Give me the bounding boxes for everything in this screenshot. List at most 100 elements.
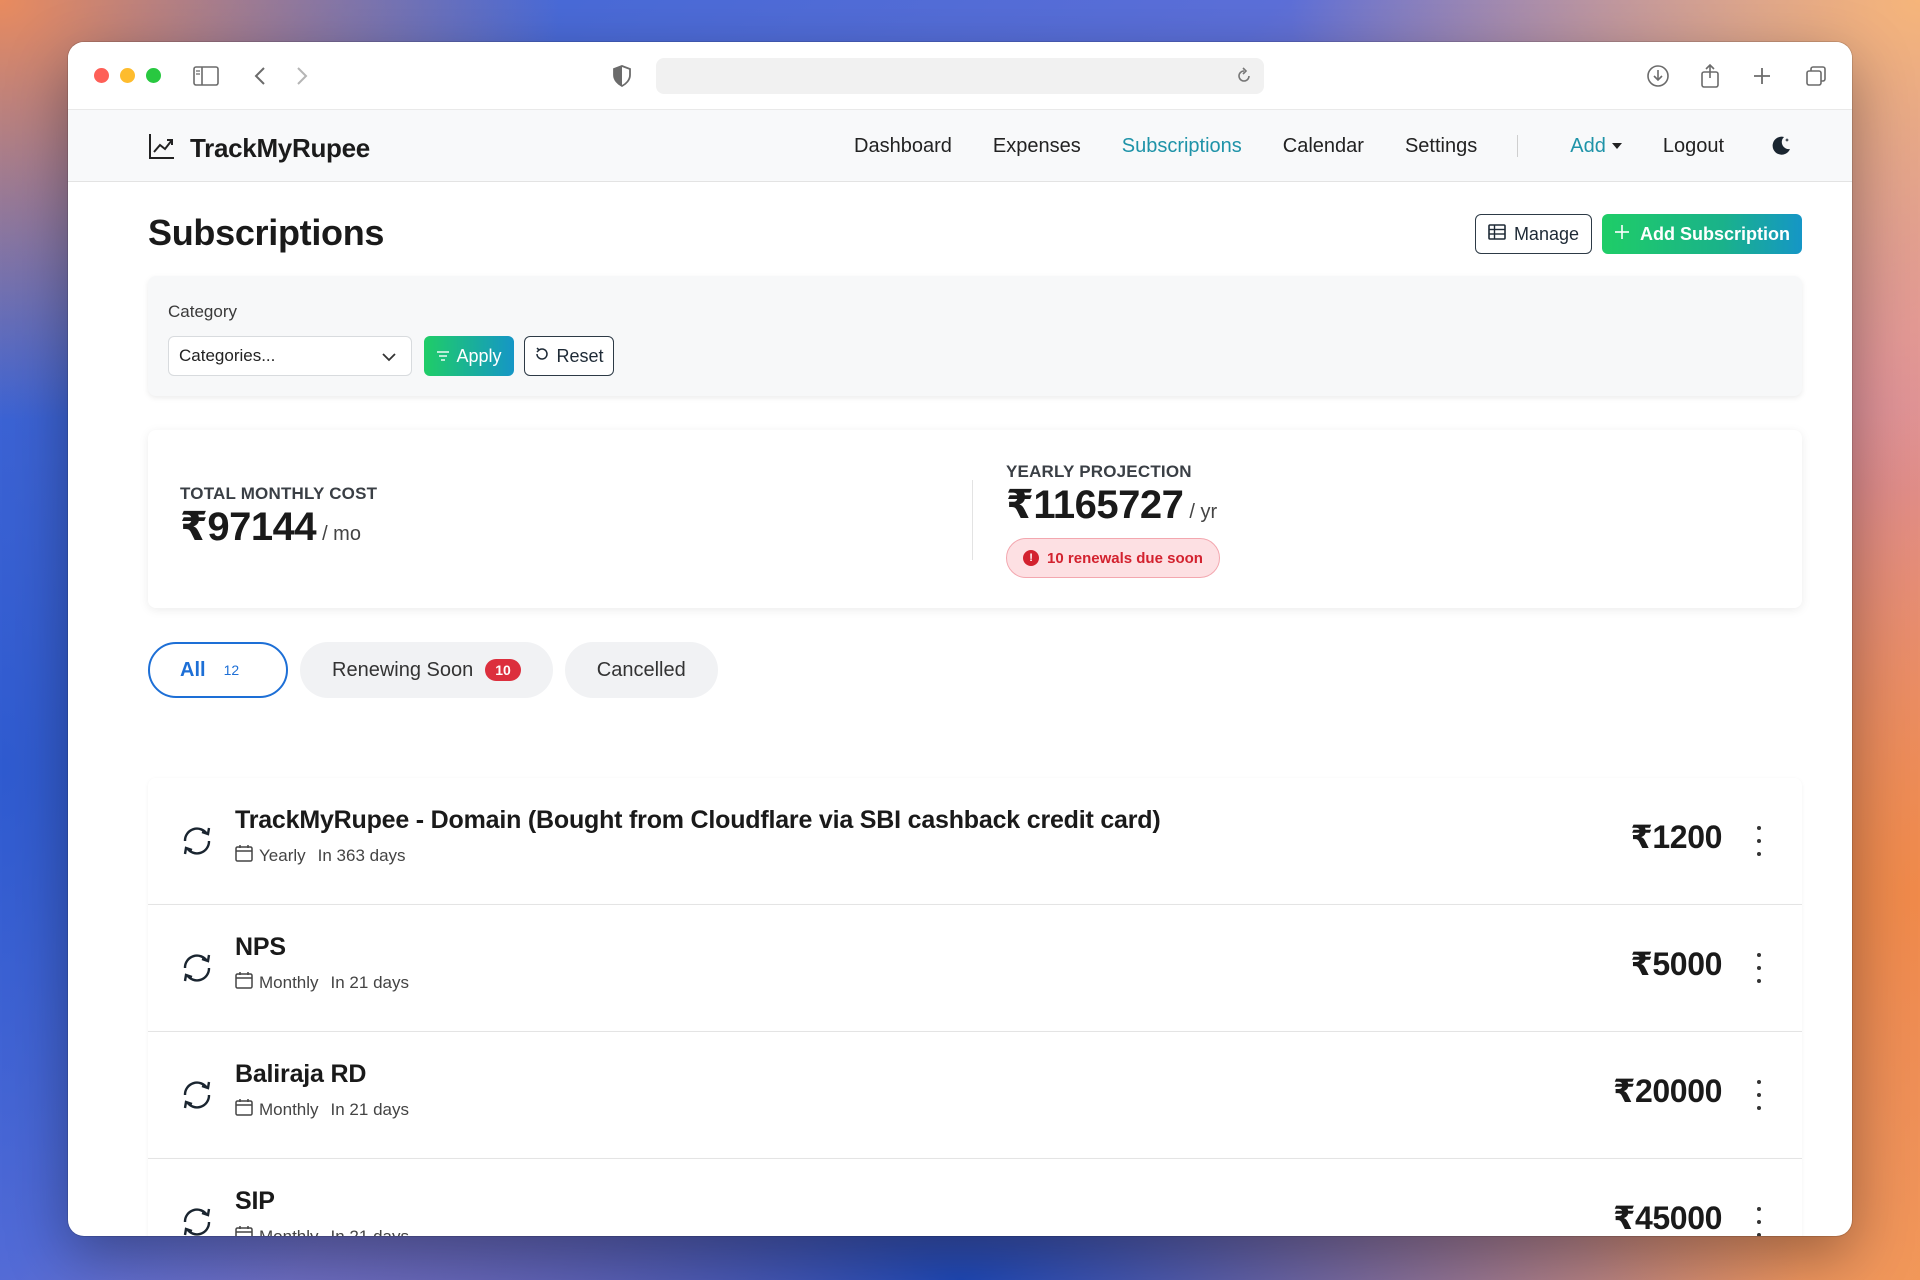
sidebar-toggle-icon[interactable] xyxy=(192,62,220,90)
monthly-cost-value: ₹97144 xyxy=(180,505,317,549)
page-title: Subscriptions xyxy=(148,212,385,253)
tab-all-count: 12 xyxy=(223,662,240,678)
subscription-meta: Yearly In 363 days xyxy=(235,844,406,867)
subscription-meta: Monthly In 21 days xyxy=(235,1098,409,1121)
privacy-shield-icon[interactable] xyxy=(608,62,636,90)
nav-calendar[interactable]: Calendar xyxy=(1283,135,1364,158)
kebab-menu-icon[interactable] xyxy=(1754,1207,1764,1236)
moon-icon[interactable] xyxy=(1768,133,1794,159)
tab-renewing-soon-label: Renewing Soon xyxy=(332,658,474,681)
nav-dashboard[interactable]: Dashboard xyxy=(854,135,952,158)
reload-icon[interactable] xyxy=(1232,64,1256,88)
chart-line-icon xyxy=(148,132,176,165)
list-item[interactable]: TrackMyRupee - Domain (Bought from Cloud… xyxy=(148,778,1802,905)
subscription-due: In 363 days xyxy=(317,845,406,865)
tab-overview-icon[interactable] xyxy=(1802,62,1830,90)
header-actions: Manage Add Subscription xyxy=(1474,214,1802,254)
apply-label: Apply xyxy=(456,345,502,366)
nav-add-label: Add xyxy=(1570,134,1606,157)
filter-card: Category Categories... Apply Reset xyxy=(148,276,1802,396)
reset-button[interactable]: Reset xyxy=(524,336,614,376)
kebab-menu-icon[interactable] xyxy=(1754,953,1764,983)
manage-label: Manage xyxy=(1513,223,1579,244)
yearly-projection-unit: / yr xyxy=(1189,501,1218,523)
tab-all-label: All xyxy=(180,658,206,681)
nav-subscriptions[interactable]: Subscriptions xyxy=(1122,135,1242,158)
subscription-frequency: Yearly xyxy=(259,845,306,865)
maximize-window-button[interactable] xyxy=(146,68,161,83)
brand[interactable]: TrackMyRupee xyxy=(148,132,370,165)
subscription-title: SIP xyxy=(235,1187,275,1215)
table-icon xyxy=(1488,223,1506,245)
yearly-projection-block: YEARLY PROJECTION ₹1165727/ yr ! 10 rene… xyxy=(1006,462,1220,578)
category-select[interactable]: Categories... xyxy=(168,336,412,376)
window-controls xyxy=(94,68,161,83)
category-select-value: Categories... xyxy=(179,346,276,365)
tab-cancelled[interactable]: Cancelled xyxy=(564,642,718,698)
sync-icon xyxy=(178,1076,216,1114)
apply-button[interactable]: Apply xyxy=(424,336,514,376)
nav-add-dropdown[interactable]: Add xyxy=(1570,135,1622,158)
kebab-menu-icon[interactable] xyxy=(1754,826,1764,856)
yearly-projection-label: YEARLY PROJECTION xyxy=(1006,462,1192,481)
monthly-cost-label: TOTAL MONTHLY COST xyxy=(180,484,378,503)
alert-circle-icon: ! xyxy=(1023,550,1040,566)
monthly-cost-row: ₹97144/ mo xyxy=(180,504,377,550)
forward-icon[interactable] xyxy=(288,62,316,90)
close-window-button[interactable] xyxy=(94,68,109,83)
add-subscription-label: Add Subscription xyxy=(1640,223,1790,244)
nav-settings[interactable]: Settings xyxy=(1405,135,1477,158)
subscription-amount: ₹45000 xyxy=(1613,1200,1722,1236)
sync-icon xyxy=(178,1203,216,1236)
reset-icon xyxy=(534,346,550,367)
subscription-title: Baliraja RD xyxy=(235,1060,367,1088)
caret-down-icon xyxy=(1611,143,1622,149)
subscription-title: NPS xyxy=(235,933,286,961)
subscription-amount: ₹1200 xyxy=(1630,819,1723,855)
renewals-warning-text: 10 renewals due soon xyxy=(1047,549,1203,567)
calendar-icon xyxy=(235,844,253,867)
kebab-menu-icon[interactable] xyxy=(1754,1080,1764,1110)
subscription-frequency: Monthly xyxy=(259,1226,319,1237)
subscription-list: TrackMyRupee - Domain (Bought from Cloud… xyxy=(148,778,1802,1236)
subscription-amount: ₹5000 xyxy=(1630,946,1723,982)
tab-renewing-soon[interactable]: Renewing Soon 10 xyxy=(300,642,553,698)
yearly-projection-row: ₹1165727/ yr xyxy=(1006,482,1220,528)
list-item[interactable]: SIP Monthly In 21 days ₹45000 xyxy=(148,1159,1802,1236)
nav-divider xyxy=(1517,135,1519,157)
tab-cancelled-label: Cancelled xyxy=(596,658,686,681)
back-icon[interactable] xyxy=(246,62,274,90)
subscription-frequency: Monthly xyxy=(259,972,319,992)
chevron-down-icon xyxy=(381,349,397,369)
add-subscription-button[interactable]: Add Subscription xyxy=(1602,214,1802,254)
tab-renewing-soon-count: 10 xyxy=(485,659,521,681)
list-item[interactable]: Baliraja RD Monthly In 21 days ₹20000 xyxy=(148,1032,1802,1159)
sync-icon xyxy=(178,949,216,987)
browser-window: TrackMyRupee Dashboard Expenses Subscrip… xyxy=(68,42,1852,1236)
filter-icon xyxy=(436,346,450,367)
app-navbar: TrackMyRupee Dashboard Expenses Subscrip… xyxy=(68,110,1852,182)
subscription-due: In 21 days xyxy=(330,972,409,992)
renewals-warning-badge[interactable]: ! 10 renewals due soon xyxy=(1006,538,1220,578)
yearly-projection-value: ₹1165727 xyxy=(1006,483,1184,527)
summary-card: TOTAL MONTHLY COST ₹97144/ mo YEARLY PRO… xyxy=(148,430,1802,608)
list-item[interactable]: NPS Monthly In 21 days ₹5000 xyxy=(148,905,1802,1032)
subscription-due: In 21 days xyxy=(330,1226,409,1237)
new-tab-icon[interactable] xyxy=(1748,62,1776,90)
share-icon[interactable] xyxy=(1696,62,1724,90)
calendar-icon xyxy=(235,1098,253,1121)
manage-button[interactable]: Manage xyxy=(1474,214,1592,254)
subscription-meta: Monthly In 21 days xyxy=(235,1225,409,1236)
monthly-cost-block: TOTAL MONTHLY COST ₹97144/ mo xyxy=(180,484,377,550)
nav-links: Dashboard Expenses Subscriptions Calenda… xyxy=(813,110,1794,182)
tab-all[interactable]: All 12 xyxy=(148,642,288,698)
download-icon[interactable] xyxy=(1644,62,1672,90)
summary-divider xyxy=(972,480,973,560)
minimize-window-button[interactable] xyxy=(120,68,135,83)
subscription-title: TrackMyRupee - Domain (Bought from Cloud… xyxy=(235,806,1161,834)
address-bar[interactable] xyxy=(656,58,1264,94)
nav-logout[interactable]: Logout xyxy=(1663,135,1724,158)
nav-expenses[interactable]: Expenses xyxy=(993,135,1081,158)
category-label: Category xyxy=(168,302,237,321)
subscription-meta: Monthly In 21 days xyxy=(235,971,409,994)
